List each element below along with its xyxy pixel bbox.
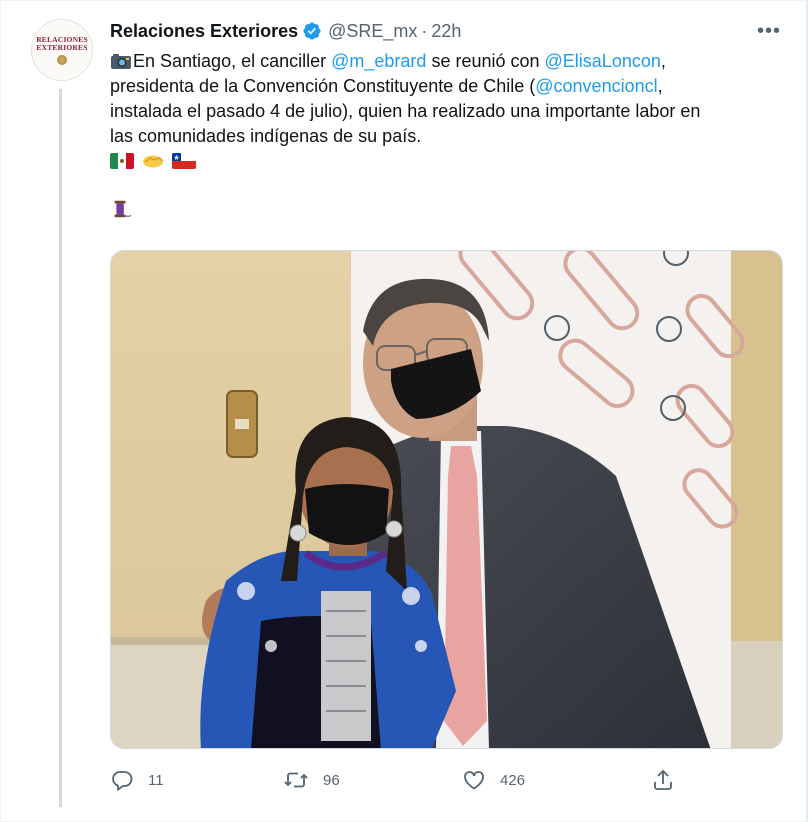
tweet-line-3: instalada el pasado 4 de julio), quien h… [110,101,701,121]
share-icon [654,769,672,790]
like-button[interactable]: 426 [462,763,525,797]
mention-link[interactable]: @m_ebrard [331,51,426,71]
mention-link[interactable]: @ElisaLoncon [545,51,661,71]
tweet-text-part: presidenta de la Convención Constituyent… [110,76,536,96]
tweet-card[interactable]: RELACIONES EXTERIORES Relaciones Exterio… [0,0,808,822]
tweet-photo[interactable] [110,250,783,749]
tweet-line-4: las comunidades indígenas de su país. [110,126,422,146]
account-name[interactable]: Relaciones Exteriores [110,21,298,42]
like-count: 426 [500,771,526,789]
avatar[interactable]: RELACIONES EXTERIORES [31,19,93,81]
tweet-thread-emoji-line [110,199,790,224]
retweet-count: 96 [323,771,340,789]
seal-icon [57,54,67,65]
account-handle[interactable]: @SRE_mx [328,21,417,42]
reply-icon [112,771,133,792]
tweet-header: Relaciones Exteriores @SRE_mx · 22h [110,19,461,43]
tweet-text-part: , [657,76,663,96]
chile-flag-icon [172,153,197,169]
reply-button[interactable]: 11 [110,763,164,797]
retweet-icon [284,772,308,788]
tweet-line-2: presidenta de la Convención Constituyent… [110,74,790,99]
heart-icon [464,771,484,790]
camera-emoji-icon [111,54,131,69]
thread-line [59,89,62,807]
retweet-button[interactable]: 96 [283,763,340,797]
handshake-icon [143,155,164,168]
tweet-text-part: En Santiago, el canciller [133,51,332,71]
thread-spool-icon [114,200,132,218]
avatar-text-line2: EXTERIORES [36,42,88,52]
tweet-text: En Santiago, el canciller @m_ebrard se r… [110,49,790,224]
mexico-flag-icon [110,153,134,169]
share-button[interactable] [651,763,675,797]
mention-link[interactable]: @convencioncl [535,76,657,96]
tweet-text-part: se reunió con [426,51,545,71]
tweet-line-1: En Santiago, el canciller @m_ebrard se r… [110,49,790,74]
separator-dot: · [421,20,428,41]
verified-badge-icon [303,22,321,40]
tweet-actions: 11 96 426 [110,763,680,797]
tweet-text-part: , [660,51,666,71]
timestamp[interactable]: 22h [431,21,461,42]
reply-count: 11 [148,771,164,789]
photo-image [111,251,782,748]
more-icon[interactable]: ••• [757,21,781,41]
tweet-emoji-line [110,149,790,174]
